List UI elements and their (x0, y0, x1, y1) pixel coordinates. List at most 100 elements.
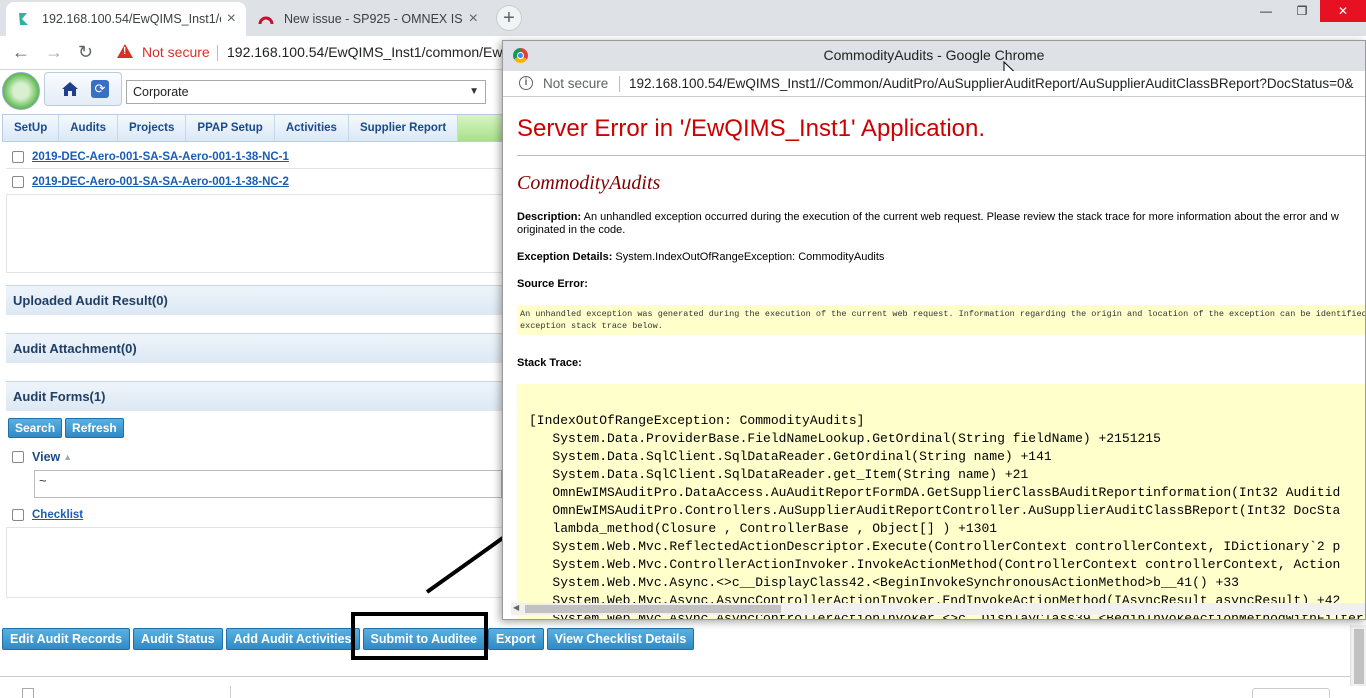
stack-trace-line: System.Web.Mvc.ReflectedActionDescriptor… (529, 539, 1341, 554)
row-checkbox[interactable] (12, 508, 24, 521)
description-paragraph: Description: An unhandled exception occu… (517, 211, 1365, 237)
menu-item-supplier-report[interactable]: Supplier Report (349, 115, 459, 141)
popup-url-text[interactable]: 192.168.100.54/EwQIMS_Inst1//Common/Audi… (629, 76, 1354, 91)
divider (230, 686, 231, 698)
column-header-view[interactable]: View (32, 450, 60, 464)
table-row: 2019-DEC-Aero-001-SA-SA-Aero-001-1-38-NC… (6, 145, 502, 169)
document-icon (22, 688, 34, 698)
tab-title: 192.168.100.54/EwQIMS_Inst1/co (42, 12, 221, 26)
back-arrow-icon[interactable]: ← (12, 42, 30, 63)
row-checkbox[interactable] (12, 175, 24, 188)
browser-tab-new-issue[interactable]: New issue - SP925 - OMNEX ISSU × (248, 2, 488, 36)
organization-select-value: Corporate (133, 85, 189, 99)
description-label: Description: (517, 211, 582, 223)
warning-icon[interactable] (117, 44, 133, 58)
add-audit-activities-button[interactable]: Add Audit Activities (225, 628, 360, 650)
minimize-icon[interactable]: — (1248, 0, 1284, 22)
source-error-label: Source Error: (517, 278, 588, 290)
row-checkbox[interactable] (12, 150, 24, 163)
header-icon-group: ⟳ (44, 72, 122, 106)
stack-trace-line: System.Web.Mvc.Async.<>c__DisplayClass42… (529, 575, 1239, 590)
empty-table-area (6, 195, 502, 273)
error-popup-window: CommodityAudits - Google Chrome i Not se… (502, 40, 1366, 620)
source-error-box: An unhandled exception was generated dur… (517, 305, 1365, 335)
exception-text: System.IndexOutOfRangeException: Commodi… (615, 251, 885, 263)
popup-address-bar: i Not secure 192.168.100.54/EwQIMS_Inst1… (503, 71, 1365, 97)
error-subtitle: CommodityAudits (517, 172, 661, 194)
stack-trace-paragraph: Stack Trace: (517, 357, 1365, 370)
select-all-checkbox[interactable] (12, 451, 24, 463)
stack-trace-line: System.Data.ProviderBase.FieldNameLookup… (529, 431, 1161, 446)
source-error-paragraph: Source Error: (517, 278, 1365, 291)
stack-trace-line: System.Data.SqlClient.SqlDataReader.get_… (529, 467, 1029, 482)
popup-window-title: CommodityAudits - Google Chrome (823, 47, 1045, 63)
record-link[interactable]: 2019-DEC-Aero-001-SA-SA-Aero-001-1-38-NC… (32, 151, 289, 163)
server-error-title: Server Error in '/EwQIMS_Inst1' Applicat… (517, 115, 986, 142)
main-menu: SetUp Audits Projects PPAP Setup Activit… (2, 114, 510, 142)
audit-attachment-header[interactable]: Audit Attachment(0) (6, 333, 502, 363)
browser-tab-strip: 192.168.100.54/EwQIMS_Inst1/co × New iss… (0, 0, 1366, 36)
menu-item-activities[interactable]: Activities (275, 115, 349, 141)
sort-ascending-icon[interactable]: ▲ (63, 452, 72, 462)
home-icon[interactable] (61, 81, 79, 97)
reload-icon[interactable]: ↻ (78, 42, 93, 63)
view-checklist-details-button[interactable]: View Checklist Details (546, 628, 695, 650)
scroll-left-arrow-icon[interactable]: ◀ (513, 603, 519, 612)
scrollbar-thumb[interactable] (525, 605, 781, 613)
audit-forms-header[interactable]: Audit Forms(1) (6, 381, 502, 411)
annotation-highlight-box (351, 612, 488, 660)
menu-item-projects[interactable]: Projects (118, 115, 187, 141)
stack-trace-line: lambda_method(Closure , ControllerBase ,… (529, 521, 998, 536)
tab-close-icon[interactable]: × (469, 10, 478, 28)
menu-item-audits[interactable]: Audits (59, 115, 119, 141)
stack-trace-label: Stack Trace: (517, 357, 582, 369)
error-page-body: Server Error in '/EwQIMS_Inst1' Applicat… (517, 97, 1365, 619)
uploaded-audit-result-header[interactable]: Uploaded Audit Result(0) (6, 285, 502, 315)
status-bar (0, 686, 1366, 698)
refresh-button[interactable]: Refresh (65, 418, 124, 438)
bottom-action-bar: Edit Audit Records Audit Status Add Audi… (2, 628, 695, 650)
divider (0, 676, 1350, 677)
forms-table-header: View ▲ (6, 445, 502, 469)
tab-close-icon[interactable]: × (227, 10, 236, 28)
not-secure-label[interactable]: Not secure (142, 44, 210, 60)
audit-status-button[interactable]: Audit Status (133, 628, 223, 650)
scrollbar-thumb[interactable] (1354, 629, 1364, 684)
popup-horizontal-scrollbar[interactable]: ◀ (511, 603, 1365, 615)
popup-title-bar[interactable]: CommodityAudits - Google Chrome (503, 41, 1365, 79)
edit-audit-records-button[interactable]: Edit Audit Records (2, 628, 131, 650)
stack-trace-line: [IndexOutOfRangeException: CommodityAudi… (529, 413, 865, 428)
audit-forms-toolbar: Search Refresh (6, 415, 502, 441)
exception-label: Exception Details: (517, 251, 613, 263)
checklist-link[interactable]: Checklist (32, 509, 83, 521)
app-header: ⟳ Corporate ▼ (0, 70, 510, 112)
forward-arrow-icon[interactable]: → (45, 42, 63, 63)
stack-trace-line: System.Data.SqlClient.SqlDataReader.GetO… (529, 449, 1052, 464)
search-button[interactable]: Search (8, 418, 63, 438)
divider (517, 155, 1365, 156)
organization-select[interactable]: Corporate ▼ (126, 80, 486, 104)
redmine-favicon-icon (258, 16, 274, 25)
new-tab-button[interactable]: + (496, 5, 522, 31)
info-icon[interactable]: i (519, 76, 533, 90)
not-secure-label[interactable]: Not secure (543, 76, 608, 91)
record-link[interactable]: 2019-DEC-Aero-001-SA-SA-Aero-001-1-38-NC… (32, 176, 289, 188)
window-controls: — ❐ ✕ (1248, 0, 1366, 22)
menu-item-ppap-setup[interactable]: PPAP Setup (186, 115, 275, 141)
browser-tab-ewqims[interactable]: 192.168.100.54/EwQIMS_Inst1/co × (6, 2, 246, 36)
export-button[interactable]: Export (487, 628, 544, 650)
status-box (1252, 688, 1330, 698)
close-window-icon[interactable]: ✕ (1320, 0, 1366, 22)
chevron-down-icon: ▼ (469, 86, 479, 97)
forms-filter-row: ~ (6, 469, 502, 499)
refresh-sync-icon[interactable]: ⟳ (91, 80, 109, 98)
table-row: 2019-DEC-Aero-001-SA-SA-Aero-001-1-38-NC… (6, 169, 502, 195)
stack-trace-line: OmnEwIMSAuditPro.Controllers.AuSupplierA… (529, 503, 1341, 518)
menu-item-setup[interactable]: SetUp (3, 115, 60, 141)
restore-icon[interactable]: ❐ (1284, 0, 1320, 22)
address-separator (217, 45, 218, 61)
stack-trace-box: [IndexOutOfRangeException: CommodityAudi… (517, 384, 1365, 619)
address-separator (619, 76, 620, 92)
url-text[interactable]: 192.168.100.54/EwQIMS_Inst1/common/EwI (227, 44, 506, 60)
view-filter-input[interactable]: ~ (34, 470, 502, 498)
